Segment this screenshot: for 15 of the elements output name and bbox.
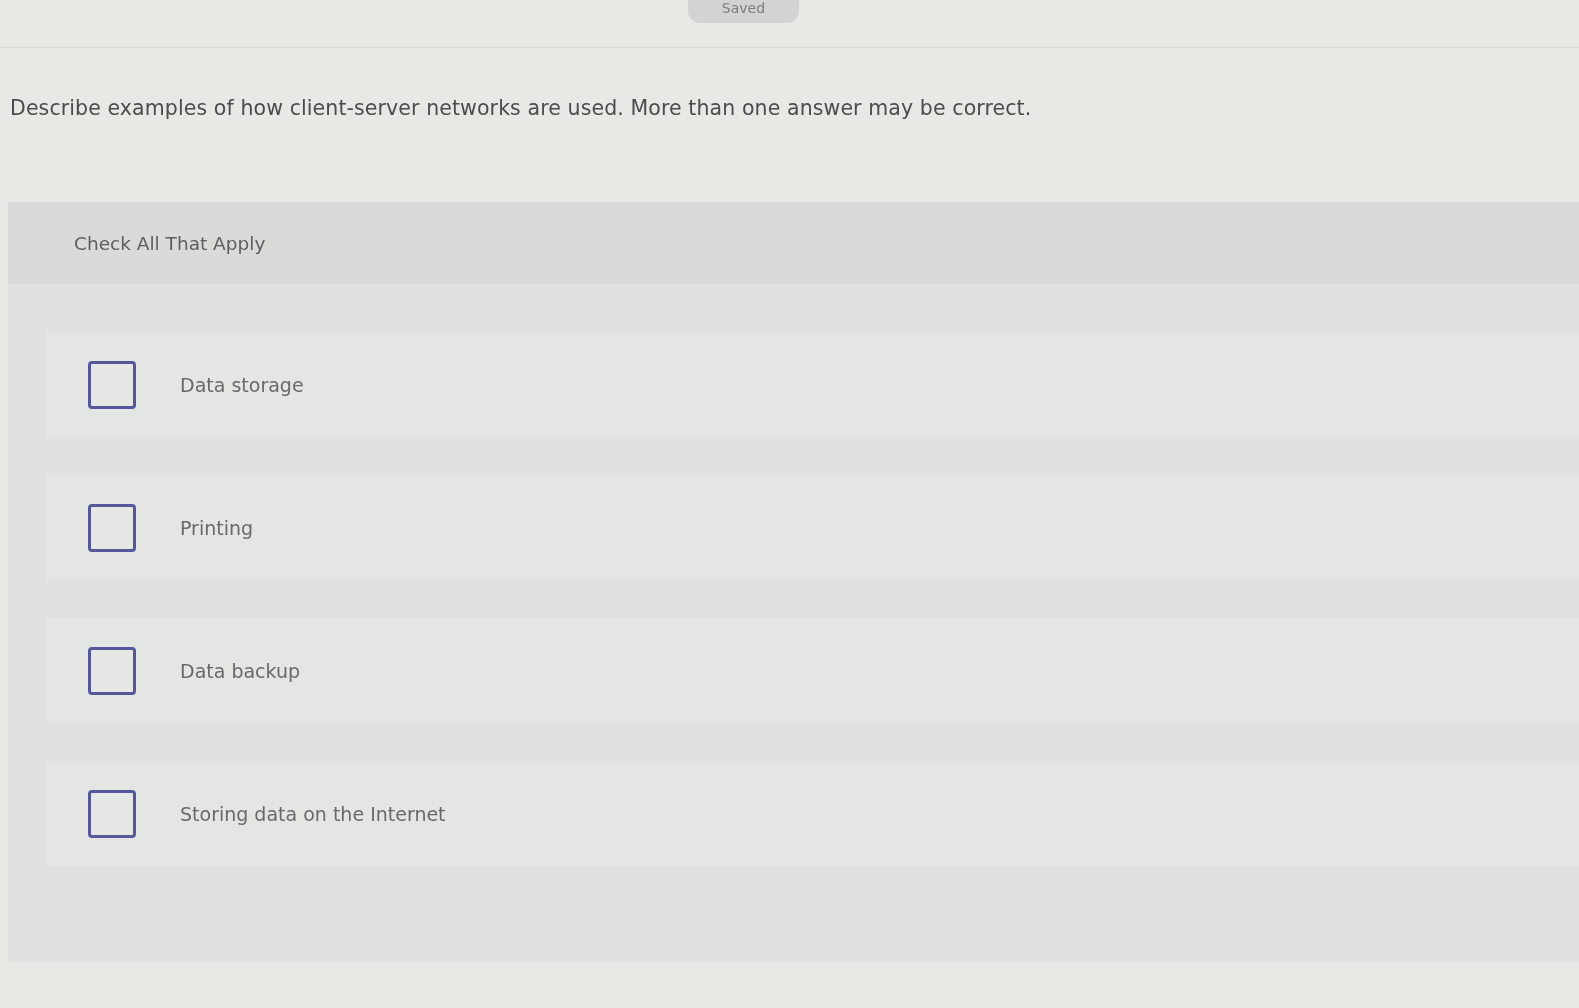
checkbox[interactable] — [88, 503, 136, 552]
answer-option[interactable]: Storing data on the Internet — [46, 761, 1579, 866]
checkbox[interactable] — [88, 646, 136, 695]
saved-status-badge: Saved — [688, 0, 799, 23]
option-label: Storing data on the Internet — [180, 802, 446, 825]
answer-option[interactable]: Data storage — [46, 332, 1579, 437]
checkbox[interactable] — [88, 360, 136, 409]
checkbox[interactable] — [88, 789, 136, 838]
answer-option[interactable]: Printing — [46, 475, 1579, 580]
answer-option[interactable]: Data backup — [46, 618, 1579, 723]
question-prompt: Describe examples of how client-server networks are used. More than one answer may be correct. — [10, 96, 1033, 120]
option-label: Printing — [180, 516, 254, 539]
option-label: Data backup — [180, 659, 301, 682]
instruction-text: Check All That Apply — [74, 232, 266, 254]
option-label: Data storage — [180, 373, 304, 396]
